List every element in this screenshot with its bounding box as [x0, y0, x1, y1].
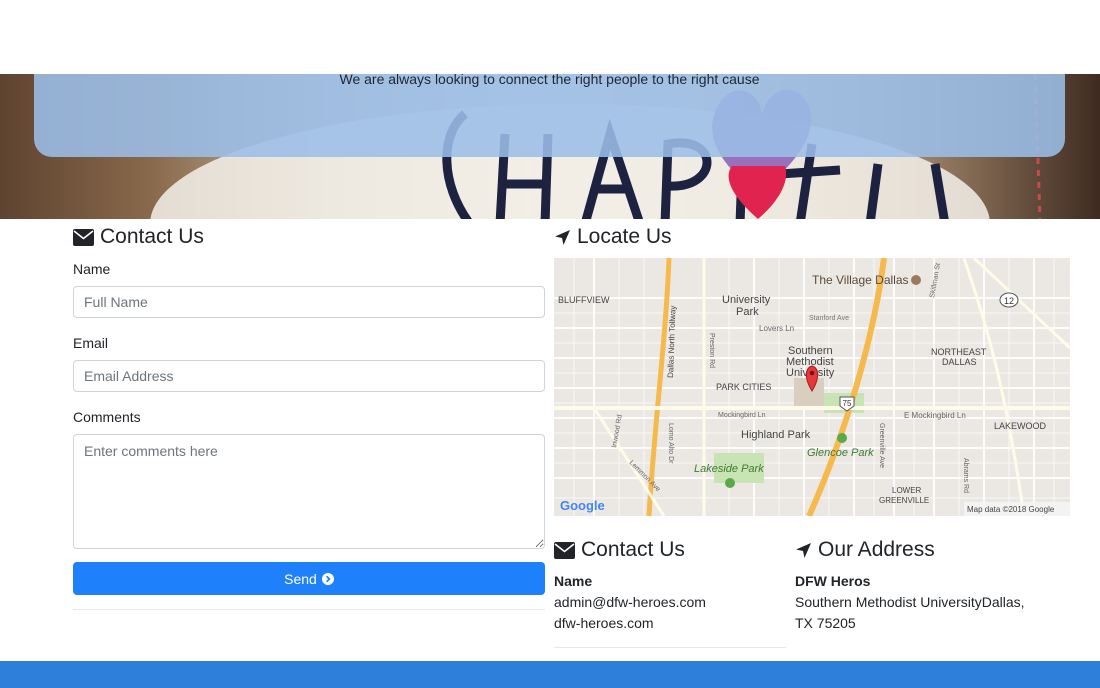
name-label: Name: [73, 261, 111, 277]
address-title-text: Our Address: [818, 538, 935, 561]
name-input[interactable]: [73, 286, 545, 318]
form-divider: [73, 609, 545, 610]
email-label: Email: [73, 335, 109, 351]
send-button-label: Send: [284, 570, 317, 587]
map-label-preston: Preston Rd: [708, 333, 715, 368]
map-label-glencoe: Glencoe Park: [807, 447, 874, 459]
send-button[interactable]: Send: [73, 562, 545, 595]
map-label-park-cities: PARK CITIES: [716, 382, 771, 392]
map-label-e-mockingbird: E Mockingbird Ln: [904, 411, 966, 420]
contact-form-title-text: Contact Us: [100, 225, 204, 248]
address-org: DFW Heros: [795, 573, 871, 589]
map-label-lomo: Lomo Alto Dr: [667, 423, 674, 464]
locate-title: Locate Us: [554, 225, 672, 249]
contact-info-name: Name: [554, 573, 593, 589]
contact-info-email[interactable]: admin@dfw-heroes.com: [554, 592, 706, 612]
map-label-village: The Village Dallas: [812, 273, 909, 287]
map-label-northeast-1: NORTHEAST: [931, 347, 987, 357]
map-embed[interactable]: 12 75 The Village Dallas BLUFFVIEW Unive…: [554, 258, 1070, 516]
map-label-lovers: Lovers Ln: [759, 324, 794, 333]
map-canvas[interactable]: 12 75 The Village Dallas BLUFFVIEW Unive…: [554, 258, 1070, 516]
address-line1: Southern Methodist UniversityDallas,: [795, 594, 1025, 610]
map-label-bluffview: BLUFFVIEW: [558, 295, 610, 305]
contact-info-divider: [554, 647, 786, 648]
map-label-abrams: Abrams Rd: [962, 458, 969, 493]
address-line2: TX 75205: [795, 615, 856, 631]
address-title: Our Address: [795, 538, 935, 562]
map-label-lakewood: LAKEWOOD: [994, 421, 1047, 431]
map-attribution: Map data ©2018 Google: [967, 505, 1055, 514]
envelope-icon: [73, 228, 94, 246]
location-arrow-icon: [555, 229, 570, 245]
map-label-mockingbird: Mockingbird Ln: [718, 412, 766, 419]
hero-tagline: We are always looking to connect the rig…: [339, 74, 760, 87]
map-label-lower-2: GREENVILLE: [879, 496, 929, 505]
map-shield-75: 75: [843, 399, 852, 408]
map-label-university-park-1: University: [722, 294, 771, 306]
google-logo-text: Google: [560, 498, 605, 513]
location-arrow-icon: [796, 542, 811, 558]
contact-info-title-text: Contact Us: [581, 538, 685, 561]
locate-title-text: Locate Us: [577, 225, 672, 248]
map-label-lakeside: Lakeside Park: [694, 463, 764, 475]
comments-textarea[interactable]: [73, 434, 545, 549]
contact-form-title: Contact Us: [73, 225, 204, 249]
map-label-lower-1: LOWER: [892, 486, 922, 495]
map-label-university-park-2: Park: [736, 306, 759, 318]
envelope-icon: [554, 541, 575, 559]
email-input[interactable]: [73, 360, 545, 392]
footer-bar: [0, 661, 1100, 688]
contact-info-title: Contact Us: [554, 538, 685, 562]
hero-overlay-card: We are always looking to connect the rig…: [34, 74, 1065, 157]
top-bar: [0, 0, 1100, 74]
hero-banner: We are always looking to connect the rig…: [0, 74, 1100, 219]
comments-label: Comments: [73, 409, 141, 425]
map-shield-12: 12: [1004, 296, 1014, 306]
contact-info-website[interactable]: dfw-heroes.com: [554, 613, 654, 633]
map-label-stanford: Stanford Ave: [809, 315, 849, 322]
map-label-northeast-2: DALLAS: [942, 357, 977, 367]
map-label-greenville: Greenville Ave: [878, 423, 885, 468]
chevron-circle-right-icon: [321, 572, 334, 585]
map-label-highland: Highland Park: [741, 429, 811, 441]
